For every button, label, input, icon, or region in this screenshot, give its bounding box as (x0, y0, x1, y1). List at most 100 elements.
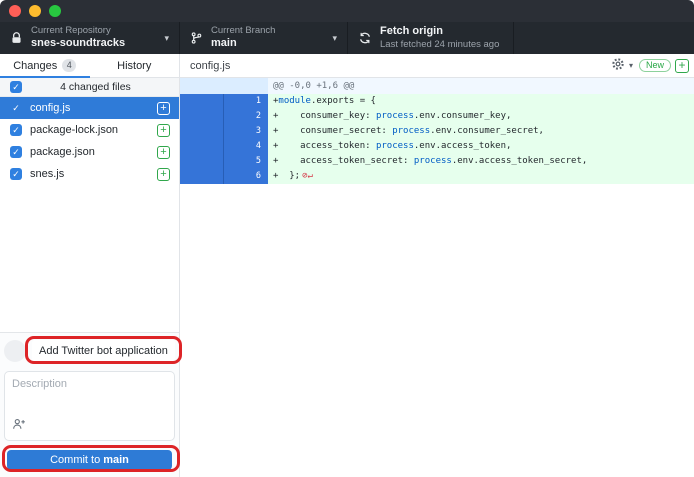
file-row[interactable]: ✓snes.js+ (0, 163, 179, 185)
diff-line-gutter[interactable]: 5 (180, 154, 268, 169)
diff-line-code: + };⊘↵ (268, 169, 694, 184)
diff-line-gutter[interactable]: 6 (180, 169, 268, 184)
gear-icon[interactable] (611, 57, 625, 74)
repository-name: snes-soundtracks (31, 37, 125, 51)
main-content: Changes 4 History ✓ 4 changed files ✓ con… (0, 54, 694, 477)
diff-header: config.js ▾ New + (180, 54, 694, 78)
new-line-number: 5 (224, 154, 267, 169)
tab-history-label: History (117, 60, 151, 72)
hunk-gutter (180, 78, 268, 94)
hunk-header-row[interactable]: @@ -0,0 +1,6 @@ (180, 78, 694, 94)
new-line-number: 6 (224, 169, 267, 184)
diff-line-code: +module.exports = { (268, 94, 694, 109)
diff-line-code: + access_token_secret: process.env.acces… (268, 154, 694, 169)
select-all-checkbox[interactable]: ✓ (10, 81, 22, 93)
diff-panel: config.js ▾ New + @@ -0,0 +1,6 @@ 1+modu… (180, 54, 694, 477)
old-line-number (180, 139, 224, 154)
toolbar-empty-area (514, 22, 694, 54)
sidebar-spacer (0, 185, 179, 332)
fetch-label: Fetch origin (380, 25, 499, 39)
diff-file-name: config.js (190, 60, 230, 72)
old-line-number (180, 169, 224, 184)
chevron-down-icon[interactable]: ▾ (629, 61, 633, 70)
title-bar (0, 0, 694, 22)
commit-description-input[interactable] (5, 372, 174, 418)
old-line-number (180, 124, 224, 139)
close-button[interactable] (9, 5, 21, 17)
file-include-checkbox[interactable]: ✓ (10, 146, 22, 158)
branch-label: Current Branch (211, 25, 275, 37)
file-include-checkbox[interactable]: ✓ (10, 168, 22, 180)
fetch-sublabel: Last fetched 24 minutes ago (380, 39, 499, 51)
file-added-status-icon: + (157, 102, 170, 115)
diff-header-actions: ▾ New + (611, 57, 689, 74)
file-added-status-icon: + (157, 124, 170, 137)
new-line-number: 1 (224, 94, 267, 109)
file-list: ✓ config.js + ✓ package-lock.json + ✓ package.j… (0, 97, 179, 185)
diff-line[interactable]: 4+ access_token: process.env.access_toke… (180, 139, 694, 154)
expand-diff-icon[interactable]: + (675, 59, 689, 73)
file-name: config.js (30, 102, 149, 114)
file-row[interactable]: ✓ config.js + (0, 97, 179, 119)
changes-count-badge: 4 (62, 59, 76, 72)
new-line-number: 3 (224, 124, 267, 139)
add-coauthor-icon[interactable] (12, 417, 26, 435)
avatar (4, 340, 26, 362)
no-newline-icon: ⊘↵ (302, 171, 313, 181)
tab-history[interactable]: History (90, 54, 180, 77)
git-branch-icon (190, 31, 203, 45)
fetch-origin-button[interactable]: Fetch origin Last fetched 24 minutes ago (348, 22, 514, 54)
chevron-down-icon: ▾ (332, 33, 337, 44)
diff-line-code: + consumer_key: process.env.consumer_key… (268, 109, 694, 124)
tab-changes[interactable]: Changes 4 (0, 54, 90, 77)
hunk-header-text: @@ -0,0 +1,6 @@ (268, 78, 694, 94)
repository-label: Current Repository (31, 25, 125, 37)
new-line-number: 2 (224, 109, 267, 124)
file-name: package.json (30, 146, 149, 158)
diff-body: @@ -0,0 +1,6 @@ 1+module.exports = {2+ c… (180, 78, 694, 184)
toolbar: Current Repository snes-soundtracks ▾ Cu… (0, 22, 694, 54)
commit-button[interactable]: Commit to main (7, 450, 172, 470)
diff-line-code: + access_token: process.env.access_token… (268, 139, 694, 154)
diff-line[interactable]: 6+ };⊘↵ (180, 169, 694, 184)
diff-line-gutter[interactable]: 3 (180, 124, 268, 139)
new-line-number: 4 (224, 139, 267, 154)
commit-description-box (4, 371, 175, 441)
minimize-button[interactable] (29, 5, 41, 17)
current-branch-dropdown[interactable]: Current Branch main ▾ (180, 22, 348, 54)
file-name: package-lock.json (30, 124, 149, 136)
diff-line-gutter[interactable]: 4 (180, 139, 268, 154)
branch-name: main (211, 37, 275, 51)
chevron-down-icon: ▾ (164, 33, 169, 44)
diff-line[interactable]: 3+ consumer_secret: process.env.consumer… (180, 124, 694, 139)
changed-files-summary: 4 changed files (22, 81, 169, 93)
old-line-number (180, 109, 224, 124)
github-desktop-window: Current Repository snes-soundtracks ▾ Cu… (0, 0, 694, 477)
file-row[interactable]: ✓ package.json + (0, 141, 179, 163)
current-repository-dropdown[interactable]: Current Repository snes-soundtracks ▾ (0, 22, 180, 54)
file-row[interactable]: ✓ package-lock.json + (0, 119, 179, 141)
file-added-status-icon: + (157, 146, 170, 159)
old-line-number (180, 154, 224, 169)
diff-line-code: + consumer_secret: process.env.consumer_… (268, 124, 694, 139)
commit-summary-row (4, 339, 175, 363)
zoom-button[interactable] (49, 5, 61, 17)
diff-lines: 1+module.exports = {2+ consumer_key: pro… (180, 94, 694, 184)
diff-line-gutter[interactable]: 1 (180, 94, 268, 109)
diff-line[interactable]: 1+module.exports = { (180, 94, 694, 109)
commit-form: Commit to main (0, 332, 179, 477)
file-include-checkbox[interactable]: ✓ (10, 102, 22, 114)
file-include-checkbox[interactable]: ✓ (10, 124, 22, 136)
lock-icon (10, 31, 23, 45)
diff-line-gutter[interactable]: 2 (180, 109, 268, 124)
diff-line[interactable]: 2+ consumer_key: process.env.consumer_ke… (180, 109, 694, 124)
changed-files-header: ✓ 4 changed files (0, 78, 179, 97)
old-line-number (180, 94, 224, 109)
file-added-status-icon: + (157, 168, 170, 181)
sidebar-tabs: Changes 4 History (0, 54, 179, 78)
changes-sidebar: Changes 4 History ✓ 4 changed files ✓ con… (0, 54, 180, 477)
commit-button-branch: main (103, 454, 129, 466)
sync-icon (358, 31, 372, 45)
commit-summary-input[interactable] (32, 340, 175, 362)
diff-line[interactable]: 5+ access_token_secret: process.env.acce… (180, 154, 694, 169)
